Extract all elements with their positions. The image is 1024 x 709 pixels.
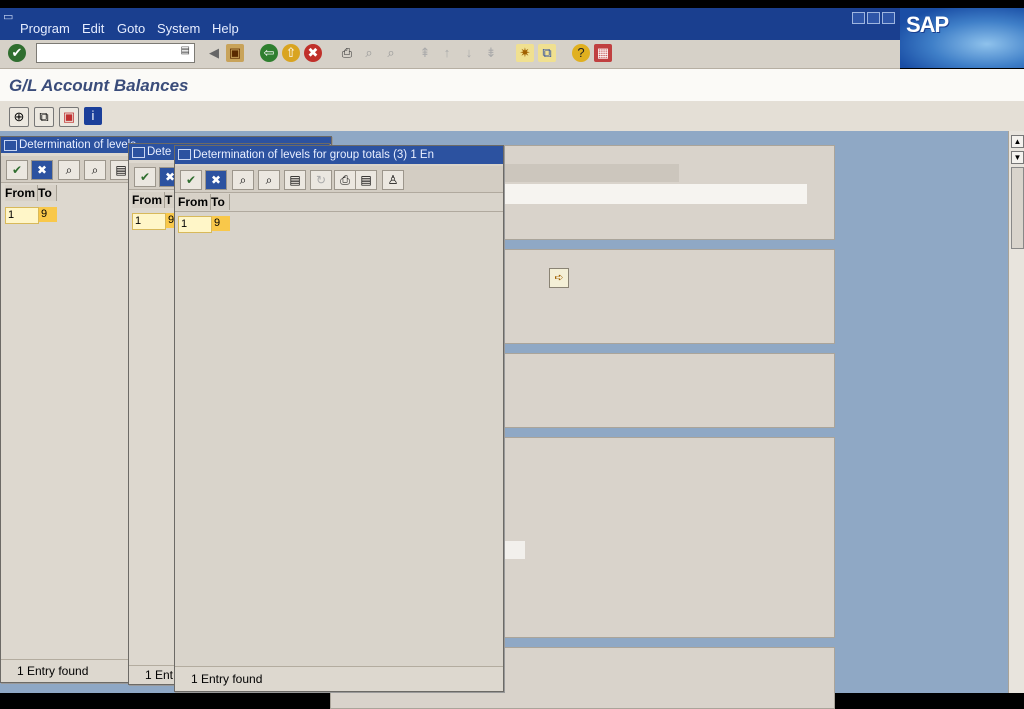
confirm-icon[interactable]: ✔ [134,167,156,187]
popup-title-text: Dete [147,146,172,158]
sap-logo: SAP [900,8,1024,68]
column-header-from[interactable]: From [5,185,38,201]
menu-edit[interactable]: Edit [82,21,104,36]
back-icon[interactable]: ⇦ [260,44,278,62]
cancel-icon[interactable]: ✖ [304,44,322,62]
scroll-thumb[interactable] [1011,167,1024,249]
status-text: 1 Entry found [191,672,263,686]
column-header-to[interactable]: To [38,185,57,201]
help-icon[interactable]: ? [572,44,590,62]
next-page-icon[interactable]: ↓ [460,44,478,62]
popup-title[interactable]: Determination of levels for group totals… [175,146,503,164]
find-icon[interactable]: ⌕ [58,160,80,180]
vertical-scrollbar[interactable]: ▲ ▼ [1008,131,1024,693]
find-icon[interactable]: ⌕ [232,170,254,190]
popup-title-text: Determination of levels for group totals… [193,149,434,161]
column-header-row: From To [175,193,503,212]
find-next-icon[interactable]: ⌕ [84,160,106,180]
create-session-icon[interactable]: ✷ [516,44,534,62]
get-variant-icon[interactable]: ⧉ [34,107,54,127]
maximize-icon[interactable] [867,12,880,24]
window-icon [132,147,145,158]
window-controls [852,12,897,27]
execute-icon[interactable]: ⊕ [9,107,29,127]
scroll-up-icon[interactable]: ▲ [1011,135,1024,148]
confirm-icon[interactable]: ✔ [180,170,202,190]
menu-goto[interactable]: Goto [117,21,145,36]
column-header-from[interactable]: From [132,192,165,208]
menu-help[interactable]: Help [212,21,239,36]
confirm-icon[interactable]: ✔ [6,160,28,180]
list-icon[interactable]: ▤ [355,170,377,190]
previous-page-icon[interactable]: ↑ [438,44,456,62]
popup-toolbar: ✔ ✖ ⌕ ⌕ ▤ ↻ ⎙ ▤ ♙ [175,166,503,193]
arrow-right-icon[interactable]: ➪ [549,268,569,288]
sap-logo-text: SAP [906,12,949,37]
save-icon[interactable]: ▣ [226,44,244,62]
find-icon[interactable]: ⌕ [360,44,378,62]
last-page-icon[interactable]: ⇟ [482,44,500,62]
layout-icon[interactable]: ▦ [594,44,612,62]
first-page-icon[interactable]: ⇞ [416,44,434,62]
find-next-icon[interactable]: ⌕ [258,170,280,190]
cell-to-value[interactable]: 9 [212,216,230,231]
screen-top-bar [0,0,1024,8]
popup-title-text: Determination of levels [19,139,136,151]
minimize-icon[interactable] [852,12,865,24]
selection-options-icon[interactable]: ▣ [59,107,79,127]
column-header-to[interactable]: To [211,194,230,210]
command-field[interactable]: ▤ [36,43,195,63]
application-toolbar: ⊕ ⧉ ▣ i [0,101,1024,131]
menu-program[interactable]: Program [20,21,70,36]
cell-to-value[interactable]: 9 [39,207,57,222]
refresh-icon[interactable]: ↻ [310,170,332,190]
input-field[interactable] [503,184,807,204]
window-menu-icon[interactable]: ▭ [3,10,13,23]
filter-icon[interactable]: ▤ [284,170,306,190]
cancel-icon[interactable]: ✖ [31,160,53,180]
user-settings-icon[interactable]: ♙ [382,170,404,190]
shortcut-icon[interactable]: ⧉ [538,44,556,62]
window-icon [178,149,191,160]
back-arrow-icon[interactable]: ◀ [205,44,223,62]
command-dropdown-icon[interactable]: ▤ [181,45,190,56]
cell-from-value[interactable]: 1 [5,207,39,224]
status-text: 1 Entry found [17,664,89,678]
enter-check-icon[interactable]: ✔ [8,44,26,62]
cancel-icon[interactable]: ✖ [205,170,227,190]
print-icon[interactable]: ⎙ [338,44,356,62]
exit-icon[interactable]: ⇧ [282,44,300,62]
close-window-icon[interactable] [882,12,895,24]
input-field[interactable] [503,164,679,182]
cell-from-value[interactable]: 1 [178,216,212,233]
popup-window-front: Determination of levels for group totals… [174,145,504,692]
status-bar: 1 Entry found [175,666,503,691]
print-icon[interactable]: ⎙ [334,170,356,190]
column-header-from[interactable]: From [178,194,211,210]
information-icon[interactable]: i [84,107,102,125]
page-title: G/L Account Balances [9,76,189,95]
menu-system[interactable]: System [157,21,200,36]
window-icon [4,140,17,151]
find-next-icon[interactable]: ⌕ [382,44,400,62]
scroll-down-icon[interactable]: ▼ [1011,151,1024,164]
status-text: 1 Ent [145,668,174,682]
cell-from-value[interactable]: 1 [132,213,166,230]
input-field[interactable] [501,541,525,559]
